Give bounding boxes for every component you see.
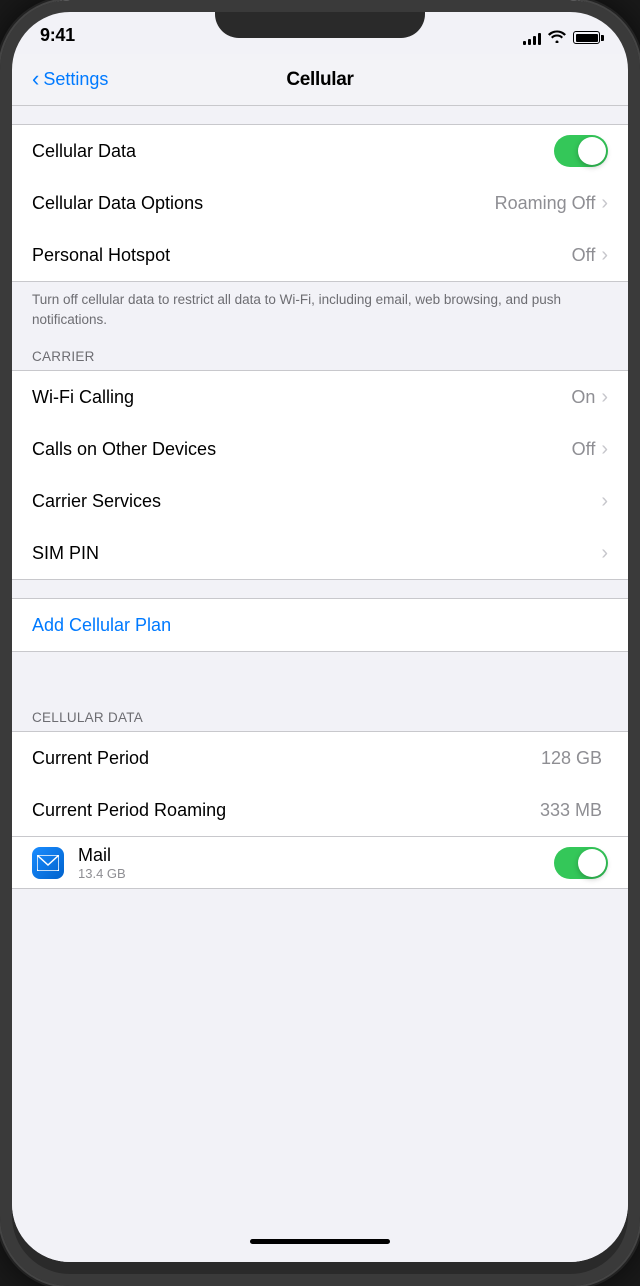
mail-app-info: Mail 13.4 GB bbox=[78, 845, 540, 881]
add-plan-group: Add Cellular Plan bbox=[12, 598, 628, 652]
calls-other-devices-row[interactable]: Calls on Other Devices Off › bbox=[12, 423, 628, 475]
nav-bar: ‹ Settings Cellular bbox=[12, 54, 628, 106]
calls-other-devices-value: Off bbox=[572, 439, 596, 460]
content-area: Cellular Data Cellular Data Options Roam… bbox=[12, 106, 628, 1220]
section-gap-bottom bbox=[12, 889, 628, 919]
cellular-data-label: Cellular Data bbox=[32, 141, 554, 162]
current-period-label: Current Period bbox=[32, 748, 541, 769]
personal-hotspot-label: Personal Hotspot bbox=[32, 245, 572, 266]
mail-icon bbox=[32, 847, 64, 879]
battery-icon bbox=[573, 31, 600, 44]
toggle-knob bbox=[578, 137, 606, 165]
signal-bar-2 bbox=[528, 39, 531, 45]
cellular-data-options-label: Cellular Data Options bbox=[32, 193, 495, 214]
carrier-section-header: CARRIER bbox=[12, 341, 628, 370]
page-title: Cellular bbox=[286, 69, 353, 91]
personal-hotspot-row[interactable]: Personal Hotspot Off › bbox=[12, 229, 628, 281]
cellular-data-section-header: CELLULAR DATA bbox=[12, 702, 628, 731]
signal-bar-4 bbox=[538, 33, 541, 45]
notch bbox=[215, 0, 425, 38]
chevron-icon: › bbox=[601, 543, 608, 563]
mail-app-icon bbox=[32, 847, 64, 879]
add-cellular-plan-label[interactable]: Add Cellular Plan bbox=[32, 615, 171, 636]
sim-pin-row[interactable]: SIM PIN › bbox=[12, 527, 628, 579]
add-cellular-plan-row[interactable]: Add Cellular Plan bbox=[12, 599, 628, 651]
cellular-data-options-row[interactable]: Cellular Data Options Roaming Off › bbox=[12, 177, 628, 229]
section-gap-2 bbox=[12, 580, 628, 598]
wifi-calling-row[interactable]: Wi-Fi Calling On › bbox=[12, 371, 628, 423]
mail-app-name: Mail bbox=[78, 845, 540, 866]
chevron-icon: › bbox=[601, 387, 608, 407]
mail-toggle[interactable] bbox=[554, 847, 608, 879]
chevron-icon: › bbox=[601, 245, 608, 265]
home-indicator[interactable] bbox=[12, 1220, 628, 1262]
mail-app-size: 13.4 GB bbox=[78, 866, 540, 881]
chevron-icon: › bbox=[601, 491, 608, 511]
toggle-knob bbox=[578, 849, 606, 877]
mail-app-row[interactable]: Mail 13.4 GB bbox=[12, 836, 628, 888]
status-time: 9:41 bbox=[40, 25, 75, 46]
cellular-data-options-value: Roaming Off bbox=[495, 193, 596, 214]
current-period-roaming-row: Current Period Roaming 333 MB bbox=[12, 784, 628, 836]
current-period-roaming-value: 333 MB bbox=[540, 800, 602, 821]
section-gap-top bbox=[12, 106, 628, 124]
phone-frame: 9:41 bbox=[0, 0, 640, 1286]
back-label[interactable]: Settings bbox=[43, 69, 108, 90]
current-period-value: 128 GB bbox=[541, 748, 602, 769]
personal-hotspot-value: Off bbox=[572, 245, 596, 266]
back-chevron-icon: ‹ bbox=[32, 68, 39, 90]
carrier-settings-group: Wi-Fi Calling On › Calls on Other Device… bbox=[12, 370, 628, 580]
cellular-data-row[interactable]: Cellular Data bbox=[12, 125, 628, 177]
section-gap-3 bbox=[12, 652, 628, 702]
carrier-services-label: Carrier Services bbox=[32, 491, 601, 512]
cellular-data-toggle[interactable] bbox=[554, 135, 608, 167]
cellular-data-footer: Turn off cellular data to restrict all d… bbox=[12, 282, 628, 341]
chevron-icon: › bbox=[601, 193, 608, 213]
cellular-data-stats-group: Current Period 128 GB Current Period Roa… bbox=[12, 731, 628, 889]
back-button[interactable]: ‹ Settings bbox=[32, 69, 108, 90]
chevron-icon: › bbox=[601, 439, 608, 459]
signal-bars-icon bbox=[523, 31, 541, 45]
signal-bar-1 bbox=[523, 41, 526, 45]
current-period-roaming-label: Current Period Roaming bbox=[32, 800, 540, 821]
current-period-row: Current Period 128 GB bbox=[12, 732, 628, 784]
cellular-settings-group: Cellular Data Cellular Data Options Roam… bbox=[12, 124, 628, 282]
status-icons bbox=[523, 29, 600, 46]
wifi-calling-label: Wi-Fi Calling bbox=[32, 387, 571, 408]
wifi-icon bbox=[548, 29, 566, 46]
carrier-services-row[interactable]: Carrier Services › bbox=[12, 475, 628, 527]
home-bar bbox=[250, 1239, 390, 1244]
sim-pin-label: SIM PIN bbox=[32, 543, 601, 564]
signal-bar-3 bbox=[533, 36, 536, 45]
wifi-calling-value: On bbox=[571, 387, 595, 408]
calls-other-devices-label: Calls on Other Devices bbox=[32, 439, 572, 460]
screen: 9:41 bbox=[12, 0, 628, 1262]
